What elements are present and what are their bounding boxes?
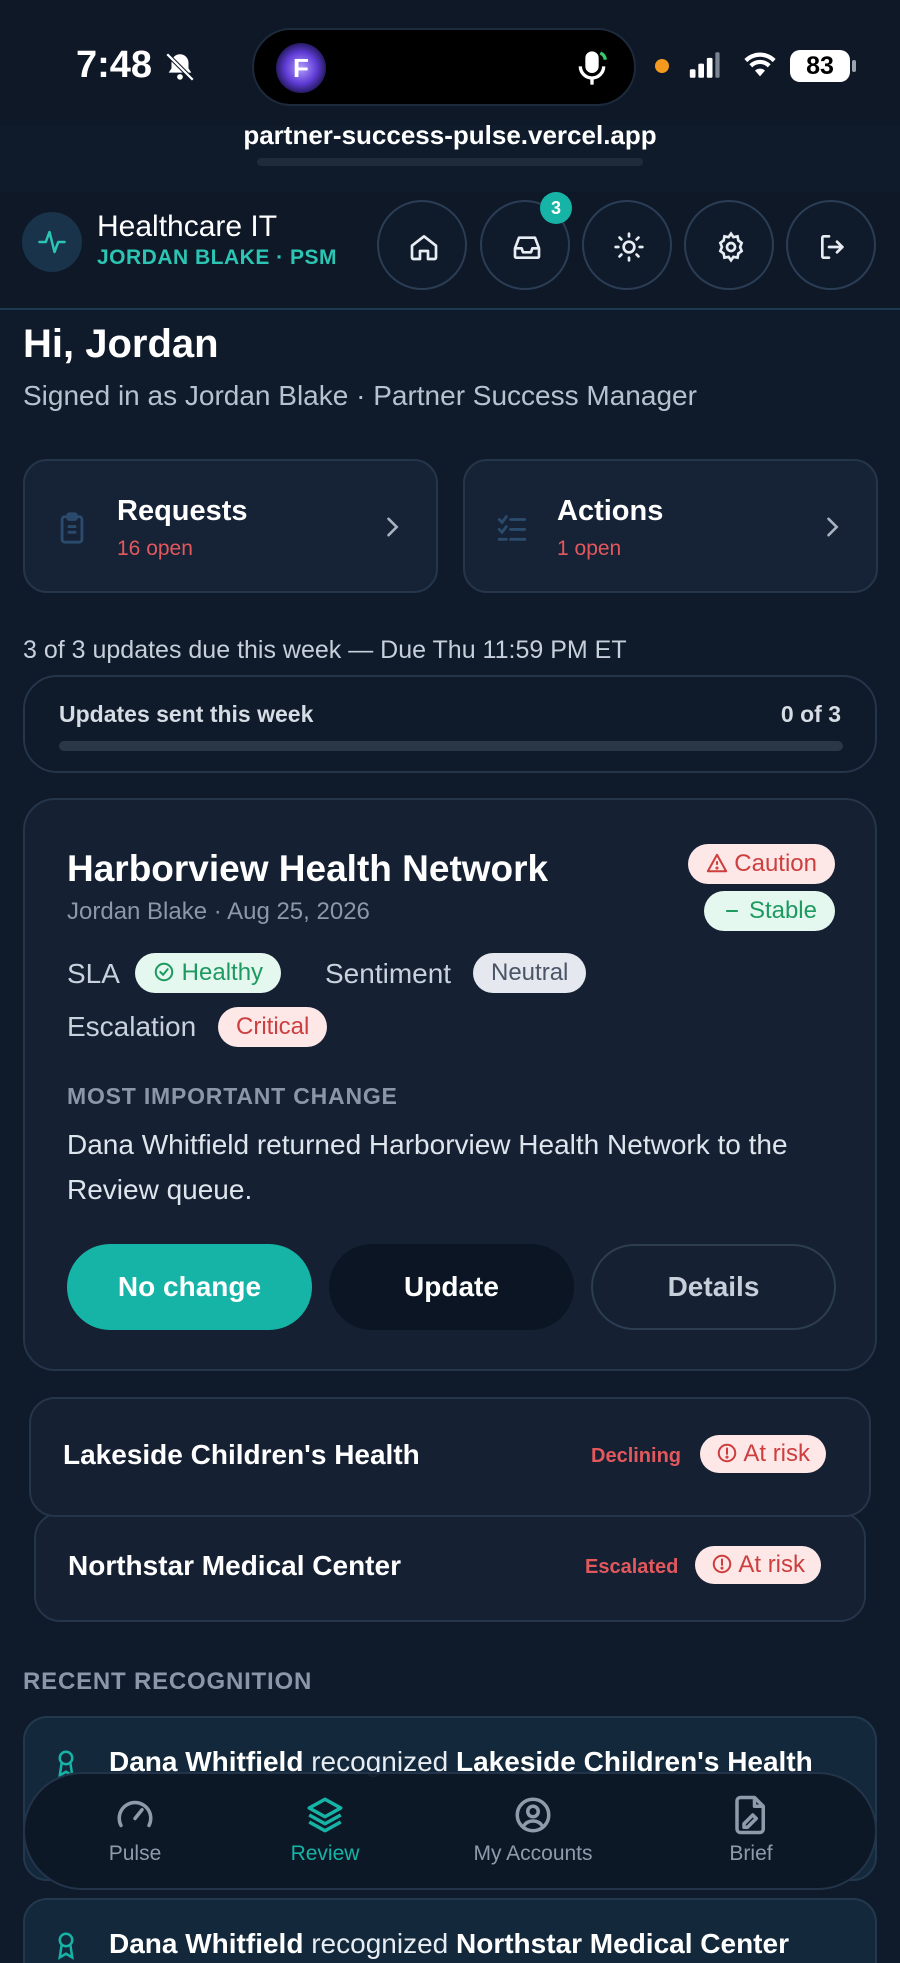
updates-label: Updates sent this week bbox=[59, 701, 314, 727]
dynamic-island: F bbox=[252, 28, 636, 106]
alert-circle-icon bbox=[712, 1554, 732, 1574]
requests-title: Requests bbox=[117, 495, 248, 527]
home-button[interactable] bbox=[377, 200, 467, 290]
user-role: JORDAN BLAKE · PSM bbox=[97, 246, 338, 269]
actions-card[interactable]: Actions 1 open bbox=[463, 459, 878, 593]
url-underline bbox=[257, 158, 643, 166]
layers-icon bbox=[307, 1797, 343, 1833]
alert-circle-icon bbox=[717, 1443, 737, 1463]
escalation-label: Escalation bbox=[67, 1011, 197, 1042]
theme-toggle-button[interactable] bbox=[582, 200, 672, 290]
nav-label: My Accounts bbox=[473, 1842, 593, 1865]
status-time: 7:48 bbox=[76, 44, 153, 86]
account-card: Harborview Health Network Jordan Blake ·… bbox=[23, 798, 877, 1371]
update-button[interactable]: Update bbox=[329, 1244, 574, 1330]
activity-icon bbox=[38, 230, 66, 254]
home-icon bbox=[410, 235, 438, 261]
queue-account-name: Lakeside Children's Health bbox=[63, 1439, 420, 1470]
queue-trend-tag: Declining bbox=[591, 1445, 682, 1467]
queue-status-badge: At risk bbox=[695, 1546, 822, 1584]
org-title: Healthcare IT bbox=[97, 210, 278, 243]
recognition-text: Dana Whitfield recognized Northstar Medi… bbox=[109, 1928, 789, 1960]
sun-icon bbox=[614, 232, 644, 262]
checklist-icon bbox=[497, 515, 527, 541]
updates-progress-track bbox=[59, 741, 843, 751]
queue-account-name: Northstar Medical Center bbox=[68, 1550, 401, 1581]
bell-muted-icon bbox=[165, 52, 195, 82]
actions-count: 1 open bbox=[557, 537, 622, 560]
change-text: Dana Whitfield returned Harborview Healt… bbox=[67, 1129, 788, 1205]
nav-label: Pulse bbox=[108, 1842, 162, 1865]
clipboard-icon bbox=[60, 512, 84, 544]
updates-progress-card: Updates sent this week 0 of 3 bbox=[23, 675, 877, 773]
trend-label: Stable bbox=[748, 897, 817, 924]
caution-label: Caution bbox=[734, 850, 817, 877]
queue-status-label: At risk bbox=[743, 1440, 811, 1467]
minus-icon bbox=[726, 910, 739, 912]
sla-badge: Healthy bbox=[135, 953, 282, 993]
no-change-button[interactable]: No change bbox=[67, 1244, 312, 1330]
nav-my-accounts[interactable]: My Accounts bbox=[453, 1794, 613, 1866]
recognition-item[interactable]: Dana Whitfield recognized Northstar Medi… bbox=[23, 1898, 877, 1963]
settings-button[interactable] bbox=[684, 200, 774, 290]
pulse-logo bbox=[22, 212, 82, 272]
document-icon bbox=[735, 1795, 765, 1835]
microphone-icon bbox=[578, 51, 607, 85]
nav-review[interactable]: Review bbox=[245, 1794, 405, 1866]
status-bar: 7:48 F 83 partner-success-pulse.vercel.a… bbox=[0, 0, 900, 166]
gear-icon bbox=[718, 231, 744, 263]
award-icon bbox=[58, 1932, 74, 1960]
browser-url[interactable]: partner-success-pulse.vercel.app bbox=[0, 120, 900, 151]
recognition-target: Northstar Medical Center bbox=[456, 1928, 789, 1959]
inbox-icon bbox=[513, 236, 541, 259]
account-meta: Jordan Blake · Aug 25, 2026 bbox=[67, 898, 370, 925]
sla-value: Healthy bbox=[181, 959, 264, 986]
nav-pulse[interactable]: Pulse bbox=[55, 1794, 215, 1866]
chevron-right-icon bbox=[387, 517, 399, 537]
queue-status-badge: At risk bbox=[700, 1435, 827, 1473]
sentiment-badge: Neutral bbox=[473, 953, 587, 993]
app-icon: F bbox=[276, 43, 326, 93]
user-circle-icon bbox=[515, 1797, 551, 1833]
trend-badge: Stable bbox=[704, 891, 835, 931]
greeting-title: Hi, Jordan bbox=[23, 322, 219, 366]
queue-status-label: At risk bbox=[738, 1551, 806, 1578]
change-heading: MOST IMPORTANT CHANGE bbox=[67, 1083, 398, 1109]
logout-icon bbox=[821, 235, 844, 259]
nav-label: Brief bbox=[729, 1842, 773, 1865]
wifi-icon bbox=[744, 52, 776, 77]
nav-label: Review bbox=[290, 1842, 360, 1865]
requests-count: 16 open bbox=[117, 537, 193, 560]
recognition-heading: RECENT RECOGNITION bbox=[23, 1668, 313, 1695]
escalation-badge: Critical bbox=[218, 1007, 328, 1047]
greeting-subtitle: Signed in as Jordan Blake · Partner Succ… bbox=[23, 380, 697, 411]
inbox-badge: 3 bbox=[540, 192, 572, 224]
app-header: Healthcare IT JORDAN BLAKE · PSM 3 bbox=[0, 192, 900, 310]
details-button[interactable]: Details bbox=[591, 1244, 836, 1330]
signal-icon bbox=[689, 52, 720, 78]
caution-badge: Caution bbox=[687, 844, 835, 884]
queue-card[interactable]: Northstar Medical Center Escalated At ri… bbox=[34, 1512, 866, 1622]
account-name: Harborview Health Network bbox=[67, 848, 549, 889]
requests-card[interactable]: Requests 16 open bbox=[23, 459, 438, 593]
nav-brief[interactable]: Brief bbox=[671, 1794, 831, 1866]
logout-button[interactable] bbox=[786, 200, 876, 290]
recognition-who: Dana Whitfield bbox=[109, 1928, 304, 1959]
privacy-indicator bbox=[655, 59, 669, 73]
recognition-verb: recognized bbox=[311, 1928, 449, 1959]
check-circle-icon bbox=[154, 962, 174, 982]
chevron-right-icon bbox=[827, 517, 839, 537]
battery-indicator: 83 bbox=[790, 50, 856, 82]
bottom-nav: Pulse Review My Accounts Brief bbox=[23, 1772, 877, 1890]
sla-label: SLA bbox=[67, 958, 120, 989]
queue-card[interactable]: Lakeside Children's Health Declining At … bbox=[29, 1397, 871, 1517]
sentiment-label: Sentiment bbox=[325, 958, 452, 989]
warning-triangle-icon bbox=[706, 853, 727, 873]
actions-title: Actions bbox=[557, 495, 664, 527]
gauge-icon bbox=[117, 1800, 153, 1828]
queue-trend-tag: Escalated bbox=[585, 1556, 679, 1578]
updates-due-line: 3 of 3 updates due this week — Due Thu 1… bbox=[23, 636, 627, 664]
updates-value: 0 of 3 bbox=[780, 701, 841, 727]
